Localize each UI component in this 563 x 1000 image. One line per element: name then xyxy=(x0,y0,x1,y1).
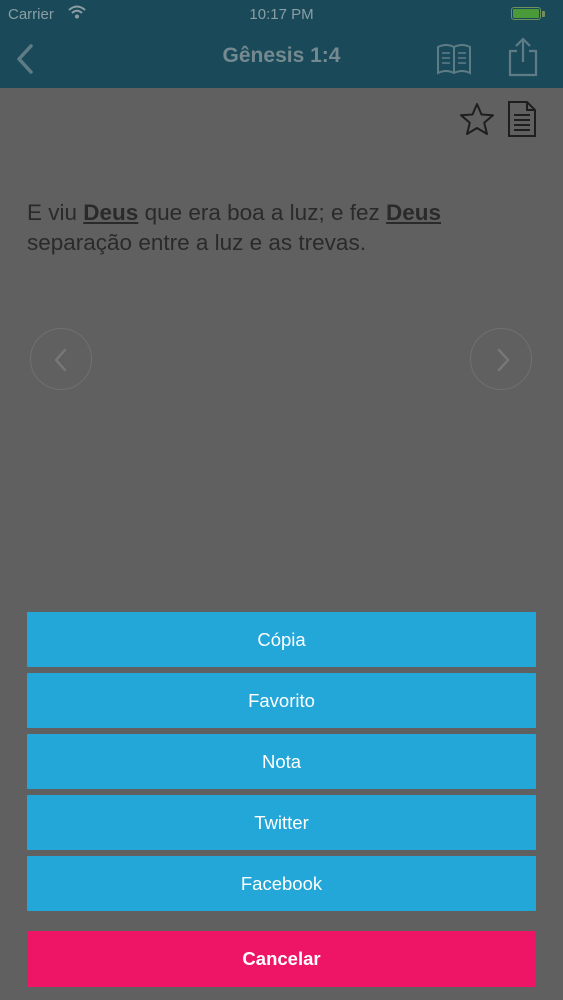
verse-text-part: E viu xyxy=(27,200,84,225)
chevron-right-icon xyxy=(497,348,510,372)
copy-button[interactable]: Cópia xyxy=(27,612,536,667)
verse-link-deus[interactable]: Deus xyxy=(83,200,138,225)
battery-icon xyxy=(511,7,541,20)
chevron-left-icon xyxy=(54,348,67,372)
note-icon[interactable] xyxy=(506,100,538,138)
navigation-bar: Gênesis 1:4 xyxy=(0,30,563,88)
next-verse-button[interactable] xyxy=(470,328,532,390)
status-bar: Carrier 10:17 PM xyxy=(0,0,563,30)
favorite-button[interactable]: Favorito xyxy=(27,673,536,728)
cancel-button[interactable]: Cancelar xyxy=(27,931,536,987)
note-button[interactable]: Nota xyxy=(27,734,536,789)
battery-tip xyxy=(542,11,545,17)
verse-text-part: separação entre a luz e as trevas. xyxy=(27,230,366,255)
verse-text: E viu Deus que era boa a luz; e fez Deus… xyxy=(27,198,537,258)
previous-verse-button[interactable] xyxy=(30,328,92,390)
facebook-button[interactable]: Facebook xyxy=(27,856,536,911)
verse-text-part: que era boa a luz; e fez xyxy=(138,200,386,225)
star-icon[interactable] xyxy=(459,102,495,136)
book-icon[interactable] xyxy=(436,42,472,76)
twitter-button[interactable]: Twitter xyxy=(27,795,536,850)
page-title: Gênesis 1:4 xyxy=(222,44,341,67)
verse-link-deus[interactable]: Deus xyxy=(386,200,441,225)
share-icon[interactable] xyxy=(506,36,540,78)
status-time: 10:17 PM xyxy=(249,6,314,23)
